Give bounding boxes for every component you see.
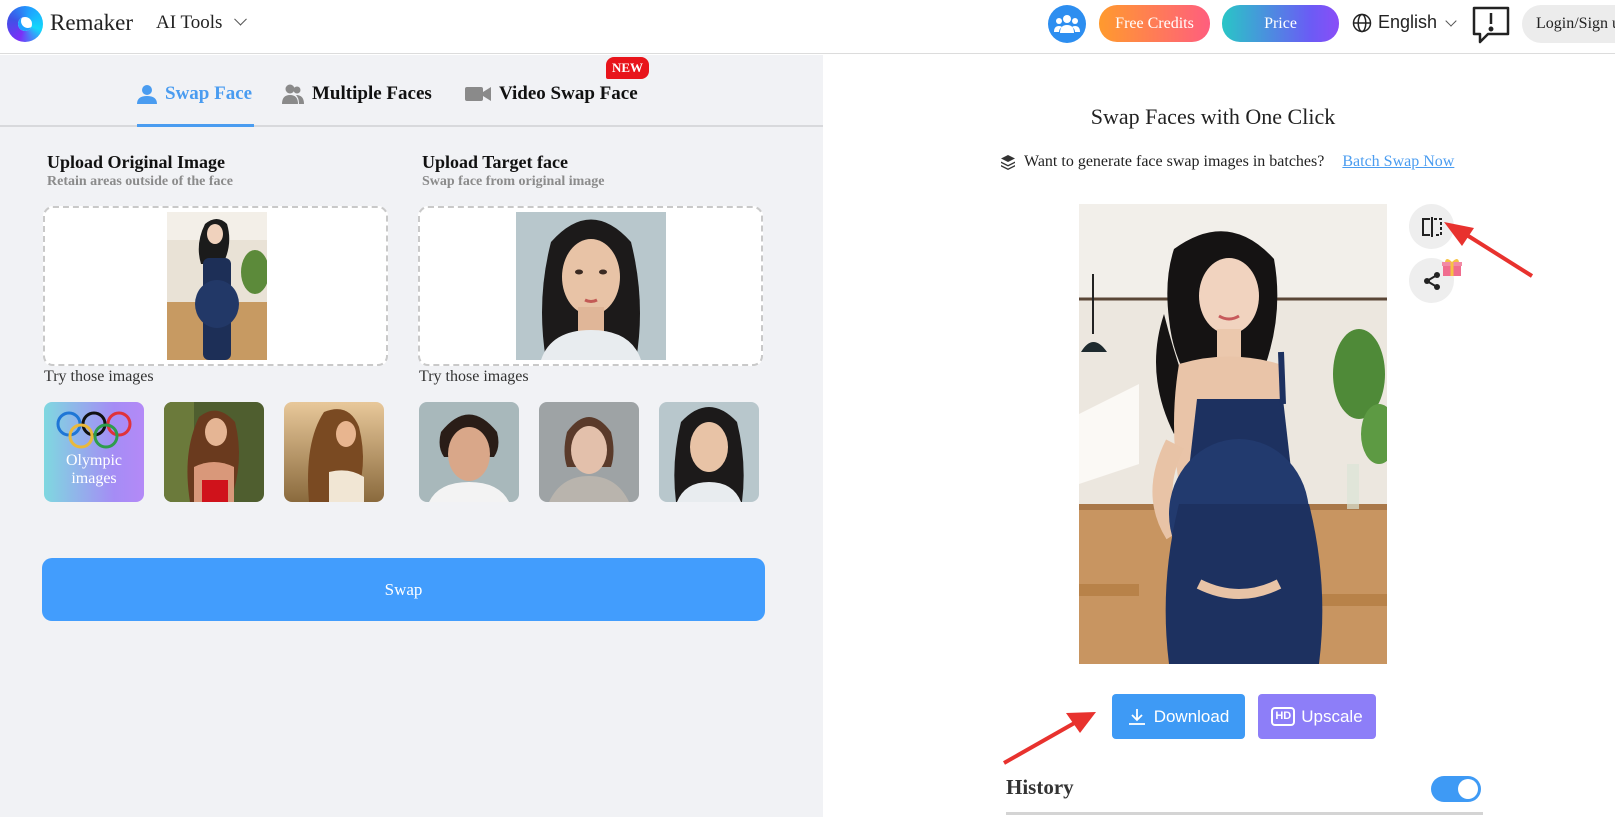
tab-swap-face[interactable]: Swap Face: [137, 83, 252, 105]
batch-swap-now-link[interactable]: Batch Swap Now: [1342, 153, 1454, 171]
sample-thumbnail: [164, 402, 264, 502]
top-nav: Remaker AI Tools Free Credits Price Engl…: [0, 0, 1615, 54]
upload-original-section: Upload Original Image Retain areas outsi…: [44, 152, 389, 190]
history-divider: [1006, 812, 1483, 815]
brand-name[interactable]: Remaker: [50, 10, 133, 36]
new-badge: NEW: [606, 57, 650, 79]
sample-thumbnail: [284, 402, 384, 502]
sample-thumbnail: [539, 402, 639, 502]
sample-woman-grey-sweater[interactable]: [539, 402, 639, 502]
chevron-down-icon: [234, 12, 248, 26]
upload-original-subtitle: Retain areas outside of the face: [47, 174, 233, 189]
upscale-label: Upscale: [1301, 706, 1363, 726]
target-try-label: Try those images: [419, 368, 529, 385]
globe-icon: [1352, 13, 1372, 32]
swap-button[interactable]: Swap: [42, 558, 765, 621]
upscale-button[interactable]: HD Upscale: [1258, 694, 1376, 739]
compare-button[interactable]: [1409, 204, 1454, 249]
sample-olympic-images[interactable]: Olympic images: [44, 402, 144, 502]
compare-split-icon: [1421, 216, 1442, 237]
sample-asian-woman[interactable]: [659, 402, 759, 502]
original-sample-list: Olympic images: [44, 402, 384, 502]
community-button[interactable]: [1048, 5, 1086, 43]
tab-label: Video Swap Face: [499, 83, 638, 104]
upload-original-title: Upload Original Image: [47, 152, 226, 172]
active-tab-indicator: [137, 124, 254, 127]
sample-thumbnail: [659, 402, 759, 502]
original-image-preview: [167, 212, 267, 360]
ai-tools-menu[interactable]: AI Tools: [156, 12, 248, 34]
result-title-text: Swap Faces with One Click: [1090, 104, 1336, 129]
hd-icon: HD: [1271, 707, 1296, 726]
ai-tools-label: AI Tools: [156, 12, 223, 33]
sample-label: Olympic images: [66, 452, 122, 487]
chevron-down-icon: [1445, 14, 1457, 27]
tab-video-swap-face[interactable]: Video Swap Face: [465, 83, 638, 105]
download-button[interactable]: Download: [1112, 694, 1245, 739]
users-group-icon: [1054, 15, 1080, 33]
language-label: English: [1378, 12, 1438, 32]
tab-multiple-faces[interactable]: Multiple Faces: [282, 83, 432, 105]
mode-tabs: Swap Face Multiple Faces Video Swap Face…: [0, 55, 823, 127]
upload-target-subtitle: Swap face from original image: [422, 174, 605, 189]
layers-icon: [1001, 155, 1015, 170]
target-sample-list: [419, 402, 759, 502]
result-panel: Swap Faces with One Click Want to genera…: [823, 55, 1615, 817]
target-face-dropzone[interactable]: [418, 206, 763, 366]
price-button[interactable]: Price: [1222, 5, 1339, 42]
batch-prompt-text: Want to generate face swap images in bat…: [1024, 153, 1325, 170]
feedback-button[interactable]: [1472, 6, 1510, 44]
swap-face-panel: Swap Face Multiple Faces Video Swap Face…: [0, 55, 823, 817]
result-title: Swap Faces with One Click: [823, 104, 1615, 130]
gift-icon: [1442, 259, 1462, 276]
history-toggle[interactable]: [1431, 776, 1481, 802]
language-selector[interactable]: English: [1352, 12, 1457, 33]
sample-woman-red-top[interactable]: [164, 402, 264, 502]
original-try-label: Try those images: [44, 368, 154, 385]
remaker-logo-icon[interactable]: [7, 6, 43, 42]
olympic-rings-icon: [56, 411, 132, 449]
tab-label: Multiple Faces: [312, 83, 432, 104]
download-icon: [1128, 708, 1145, 725]
login-signup-button[interactable]: Login/Sign up: [1522, 5, 1615, 43]
download-label: Download: [1153, 706, 1230, 726]
share-icon: [1423, 271, 1440, 290]
result-image[interactable]: [1079, 204, 1387, 664]
history-title: History: [1006, 775, 1074, 799]
batch-swap-prompt: Want to generate face swap images in bat…: [1000, 153, 1454, 171]
tab-label: Swap Face: [165, 83, 253, 104]
original-image-dropzone[interactable]: [43, 206, 388, 366]
user-icon: [137, 85, 157, 104]
sample-man-curly-hair[interactable]: [419, 402, 519, 502]
sample-thumbnail: [419, 402, 519, 502]
upload-target-section: Upload Target face Swap face from origin…: [419, 152, 764, 190]
feedback-alert-icon: [1472, 6, 1510, 44]
target-face-preview: [516, 212, 666, 360]
sample-woman-sunset[interactable]: [284, 402, 384, 502]
swapped-result-image: [1079, 204, 1387, 664]
upload-target-title: Upload Target face: [422, 152, 568, 172]
free-credits-button[interactable]: Free Credits: [1099, 5, 1210, 42]
video-camera-icon: [465, 87, 491, 101]
users-icon: [282, 84, 304, 104]
